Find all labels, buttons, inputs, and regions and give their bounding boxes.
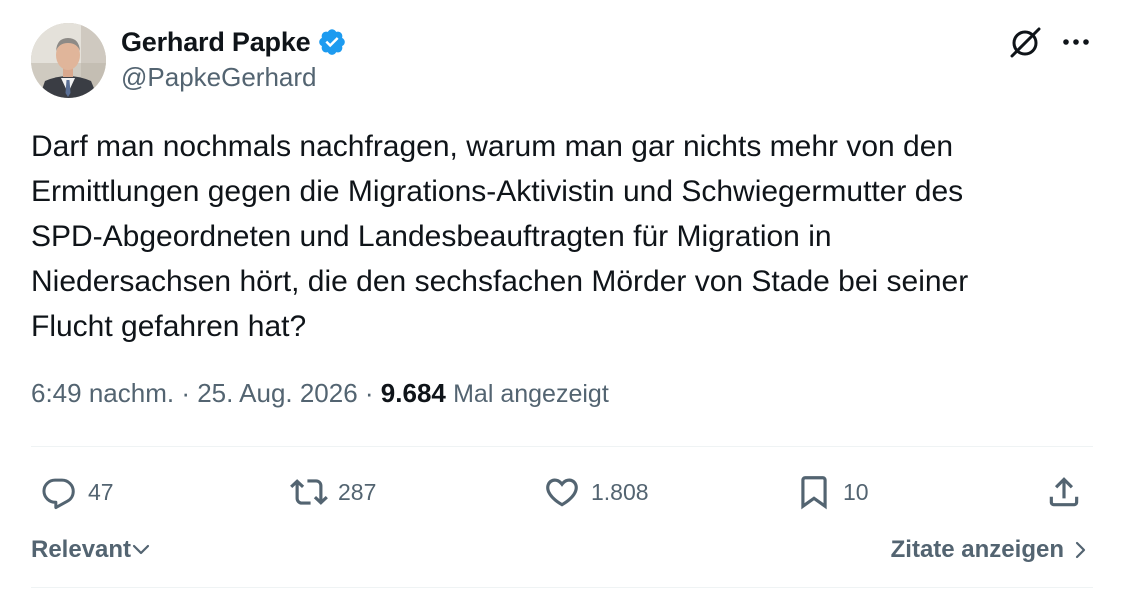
like-count: 1.808 xyxy=(591,478,649,505)
tweet-text-line: Flucht gefahren hat? xyxy=(31,310,307,343)
author-name-row[interactable]: Gerhard Papke xyxy=(121,24,347,60)
verified-badge-icon xyxy=(317,27,347,57)
more-dots-icon[interactable] xyxy=(1058,26,1094,58)
repost-icon xyxy=(290,479,328,505)
reply-button[interactable]: 47 xyxy=(40,470,114,514)
bookmark-count: 10 xyxy=(843,478,869,505)
tweet-card: Gerhard Papke @PapkeGerhard Darf man noc… xyxy=(0,0,1123,590)
repost-button[interactable]: 287 xyxy=(290,470,376,514)
views-label: Mal angezeigt xyxy=(453,380,609,408)
divider xyxy=(31,446,1093,447)
tweet-time[interactable]: 6:49 nachm. xyxy=(31,378,174,408)
share-button[interactable] xyxy=(1045,470,1083,514)
view-quotes-link[interactable]: Zitate anzeigen xyxy=(891,536,1090,564)
avatar[interactable] xyxy=(31,23,106,98)
chevron-down-icon xyxy=(132,544,150,555)
tweet-text-line: SPD-Abgeordneten und Landesbeauftragten … xyxy=(31,220,832,253)
meta-separator: · xyxy=(357,378,381,408)
share-icon xyxy=(1049,477,1079,507)
avatar-image xyxy=(31,23,106,98)
bookmark-button[interactable]: 10 xyxy=(795,470,869,514)
tweet-text-line: Darf man nochmals nachfragen, warum man … xyxy=(31,130,954,163)
display-name[interactable]: Gerhard Papke xyxy=(121,27,311,58)
user-handle[interactable]: @PapkeGerhard xyxy=(121,62,317,93)
chevron-right-icon xyxy=(1075,541,1086,559)
divider xyxy=(31,587,1093,588)
tweet-text: Darf man nochmals nachfragen, warum man … xyxy=(31,124,1091,349)
meta-separator: · xyxy=(174,378,198,408)
like-button[interactable]: 1.808 xyxy=(543,470,649,514)
bookmark-icon xyxy=(801,476,827,510)
grok-icon[interactable] xyxy=(1006,24,1044,62)
tweet-date[interactable]: 25. Aug. 2026 xyxy=(197,378,357,408)
reply-count: 47 xyxy=(88,478,114,505)
action-bar: 47 287 1.808 10 xyxy=(0,470,1123,514)
sort-dropdown[interactable]: Relevant xyxy=(31,536,151,564)
repost-count: 287 xyxy=(338,478,377,505)
views-count: 9.684 xyxy=(380,378,446,408)
tweet-text-line: Ermittlungen gegen die Migrations-Aktivi… xyxy=(31,175,964,208)
tweet-text-line: Niedersachsen hört, die den sechsfachen … xyxy=(31,265,969,298)
tweet-meta: 6:49 nachm. · 25. Aug. 2026 · 9.684 Mal … xyxy=(31,378,609,409)
reply-icon xyxy=(42,478,75,510)
heart-icon xyxy=(546,478,578,507)
quotes-label: Zitate anzeigen xyxy=(890,536,1064,563)
sort-label: Relevant xyxy=(31,536,132,563)
